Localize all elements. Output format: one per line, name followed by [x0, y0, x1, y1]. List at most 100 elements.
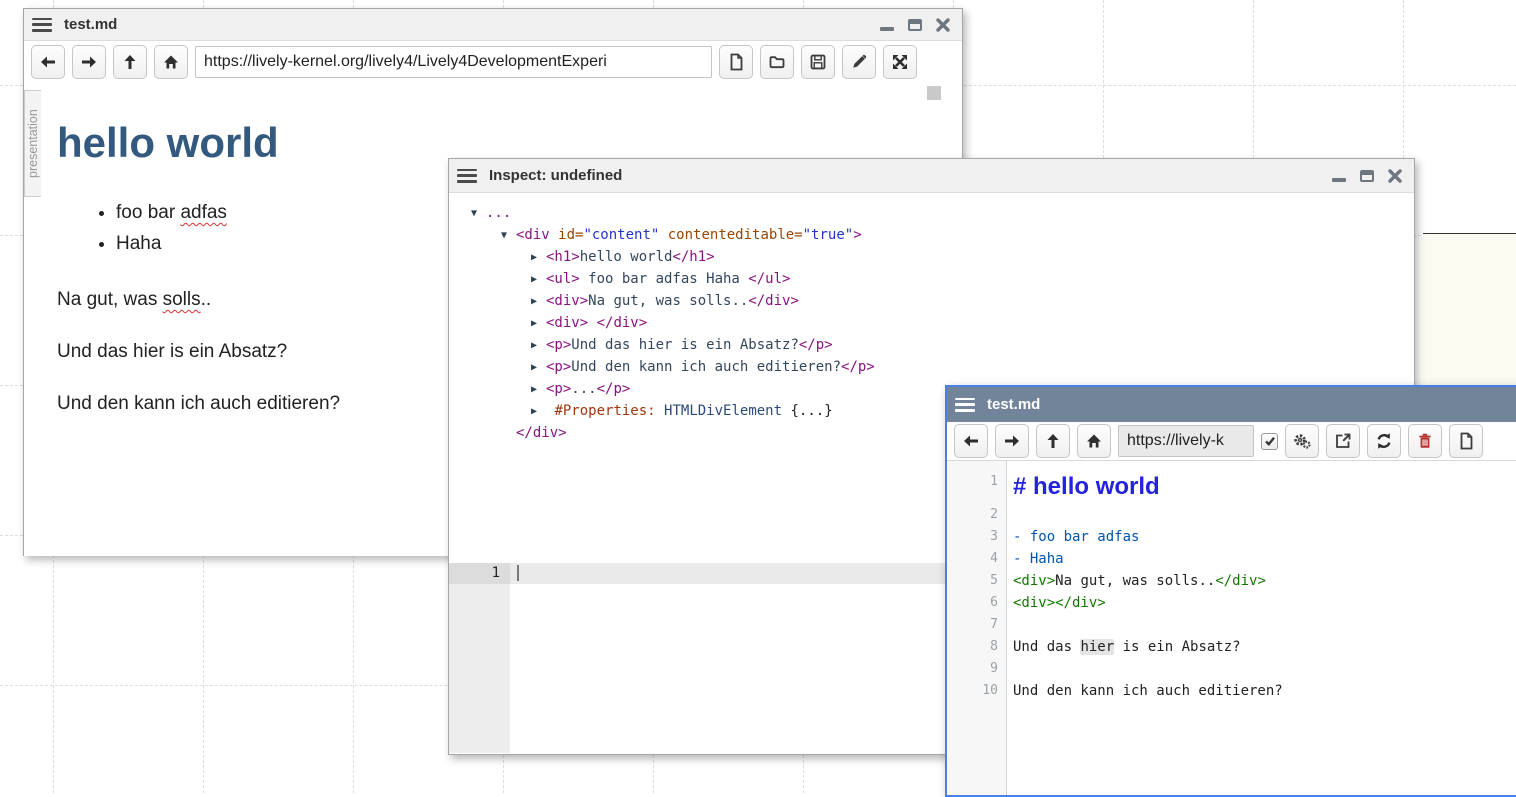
presentation-side-tab[interactable]: presentation [24, 90, 41, 197]
inspector-titlebar[interactable]: Inspect: undefined [449, 159, 1414, 193]
window-menu-icon[interactable] [457, 169, 477, 183]
token-list: - Haha [1013, 551, 1064, 567]
minimize-button[interactable] [1332, 178, 1346, 182]
token-text: foo bar adfas Haha [580, 271, 749, 287]
new-file-button[interactable] [1449, 424, 1483, 458]
editor-lines: 1# hello world23- foo bar adfas4 - Haha 5<… [947, 461, 1516, 702]
editor-row: 2 [947, 504, 1516, 526]
folder-button[interactable] [760, 45, 794, 79]
token-tag: <p> [546, 359, 571, 375]
back-button[interactable] [954, 424, 988, 458]
code-line[interactable]: # hello world [1007, 471, 1516, 506]
open-external-button[interactable] [1326, 424, 1360, 458]
forward-button[interactable] [72, 45, 106, 79]
token-tag: <div></div> [1013, 595, 1106, 611]
maximize-button[interactable] [1360, 170, 1374, 182]
dom-tree-node[interactable]: ▶<h1>hello world</h1> [449, 246, 1414, 268]
disclosure-triangle-icon[interactable]: ▶ [531, 313, 546, 335]
disclosure-triangle-icon[interactable]: ▶ [531, 247, 546, 269]
home-button[interactable] [1077, 424, 1111, 458]
disclosure-triangle-icon[interactable]: ▶ [531, 269, 546, 291]
settings-button[interactable] [1285, 424, 1319, 458]
viewer-titlebar[interactable]: test.md [24, 9, 962, 41]
line-number: 1 [947, 471, 1007, 493]
save-button[interactable] [801, 45, 835, 79]
token-attr: contenteditable= [668, 227, 803, 243]
markdown-source-editor[interactable]: 1# hello world23- foo bar adfas4 - Haha 5<… [947, 461, 1516, 795]
refresh-button[interactable] [1367, 424, 1401, 458]
disclosure-triangle-icon[interactable]: ▶ [531, 291, 546, 313]
folder-icon [768, 53, 786, 71]
close-button[interactable] [1388, 169, 1402, 183]
disclosure-triangle-icon[interactable]: ▶ [531, 335, 546, 357]
code-line[interactable]: - Haha [1007, 548, 1516, 570]
forward-arrow-icon [1003, 432, 1021, 450]
dom-tree-node[interactable]: ▶<p>Und den kann ich auch editieren?</p> [449, 356, 1414, 378]
dom-tree-node[interactable]: ▼... [449, 202, 1414, 224]
line-number: 10 [947, 680, 1007, 702]
code-line[interactable]: Und das hier is ein Absatz? [1007, 636, 1516, 658]
home-button[interactable] [154, 45, 188, 79]
token-tag: <p> [546, 381, 571, 397]
token-tag: </ul> [748, 271, 790, 287]
forward-button[interactable] [995, 424, 1029, 458]
token-text: Und den kann ich auch editieren? [1013, 683, 1283, 699]
list-item-text: Haha [116, 233, 161, 254]
window-title: test.md [64, 16, 117, 33]
code-line[interactable]: - foo bar adfas [1007, 526, 1516, 548]
disclosure-triangle-icon[interactable]: ▶ [531, 357, 546, 379]
token-tag: <div> [546, 293, 588, 309]
editor-row: 9 [947, 658, 1516, 680]
expand-button[interactable] [883, 45, 917, 79]
token-text: ... [571, 381, 596, 397]
line-number: 7 [947, 614, 1007, 636]
editor-titlebar[interactable]: test.md [947, 387, 1516, 422]
code-line[interactable]: Und den kann ich auch editieren? [1007, 680, 1516, 702]
refresh-icon [1375, 432, 1393, 450]
window-title: test.md [987, 396, 1040, 413]
disclosure-triangle-icon[interactable]: ▼ [501, 225, 516, 247]
code-line[interactable]: <div>Na gut, was solls..</div> [1007, 570, 1516, 592]
minimize-button[interactable] [880, 27, 894, 31]
editor-row: 4 - Haha [947, 548, 1516, 570]
close-button[interactable] [936, 18, 950, 32]
dom-tree-node[interactable]: ▶<p>Und das hier is ein Absatz?</p> [449, 334, 1414, 356]
editor-row: 5<div>Na gut, was solls..</div> [947, 570, 1516, 592]
dom-tree-node[interactable]: ▶<ul> foo bar adfas Haha </ul> [449, 268, 1414, 290]
disclosure-triangle-icon[interactable]: ▼ [471, 203, 486, 225]
token-text [588, 315, 596, 331]
token-tag: </div> [597, 315, 648, 331]
token-tag: </div> [516, 425, 567, 441]
back-button[interactable] [31, 45, 65, 79]
token-plain [659, 227, 667, 243]
dom-tree-node[interactable]: ▼<div id="content" contenteditable="true… [449, 224, 1414, 246]
new-file-icon [727, 53, 745, 71]
delete-button[interactable] [1408, 424, 1442, 458]
auto-update-checkbox[interactable] [1261, 433, 1278, 450]
editor-row: 3- foo bar adfas [947, 526, 1516, 548]
code-line[interactable]: <div></div> [1007, 592, 1516, 614]
dom-tree-node[interactable]: ▶<div>Na gut, was solls..</div> [449, 290, 1414, 312]
token-cls: HTMLDivElement [664, 403, 782, 419]
editor-toolbar [947, 422, 1516, 461]
edit-button[interactable] [842, 45, 876, 79]
maximize-button[interactable] [908, 19, 922, 31]
new-file-button[interactable] [719, 45, 753, 79]
paragraph-text: Na gut, was [57, 289, 163, 310]
up-button[interactable] [1036, 424, 1070, 458]
token-text: Na gut, was solls.. [588, 293, 748, 309]
home-icon [1085, 432, 1103, 450]
token-val: "content" [583, 227, 659, 243]
url-input[interactable] [1118, 425, 1254, 457]
scrollbar-thumb[interactable] [927, 86, 941, 100]
window-menu-icon[interactable] [955, 398, 975, 412]
window-menu-icon[interactable] [32, 18, 52, 32]
misspelled-word: adfas [180, 202, 226, 223]
url-input[interactable] [195, 46, 712, 78]
disclosure-triangle-icon[interactable]: ▶ [531, 401, 546, 423]
dom-tree-node[interactable]: ▶<div> </div> [449, 312, 1414, 334]
editor-row: 10 Und den kann ich auch editieren? [947, 680, 1516, 702]
disclosure-triangle-icon[interactable]: ▶ [531, 379, 546, 401]
line-number: 4 [947, 548, 1007, 570]
up-button[interactable] [113, 45, 147, 79]
